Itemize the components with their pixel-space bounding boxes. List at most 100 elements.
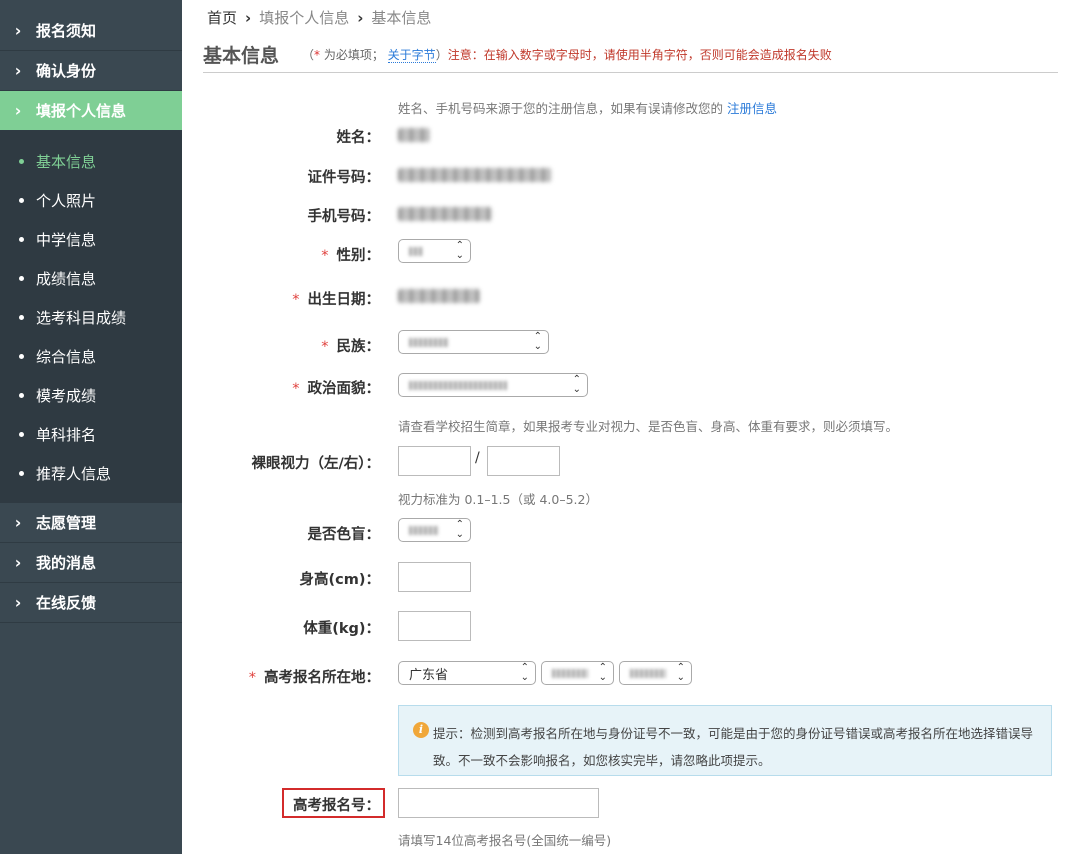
ethnicity-label: * 民族： xyxy=(321,335,380,356)
political-status-select[interactable]: ⌃ ⌄ xyxy=(398,373,588,397)
notice-link[interactable]: 关于字节 xyxy=(387,48,436,63)
chevron-right-icon: › xyxy=(14,21,22,40)
weight-label: 体重(kg)： xyxy=(303,621,380,637)
chevron-right-icon: › xyxy=(14,513,22,532)
breadcrumb-level1[interactable]: 填报个人信息 xyxy=(259,9,349,27)
sidebar-item-notice[interactable]: › 报名须知 xyxy=(0,11,182,51)
subnav-item-label: 模考成绩 xyxy=(36,387,97,405)
city-select[interactable]: ⌃ ⌄ xyxy=(541,661,614,685)
subnav-item-label: 单科排名 xyxy=(36,426,97,444)
colorblind-select[interactable]: ⌃ ⌄ xyxy=(398,518,471,542)
chevron-right-icon: › xyxy=(14,553,22,572)
breadcrumb-current: 基本信息 xyxy=(371,9,432,27)
ethnicity-select[interactable]: ⌃ ⌄ xyxy=(398,330,549,354)
required-mark: * xyxy=(248,670,256,686)
district-select[interactable]: ⌃ ⌄ xyxy=(619,661,692,685)
subnav-item-subject-rank[interactable]: 单科排名 xyxy=(0,415,182,454)
subnav-item-label: 综合信息 xyxy=(36,348,97,366)
sidebar-item-feedback[interactable]: › 在线反馈 xyxy=(0,583,182,623)
sidebar-item-label: 报名须知 xyxy=(36,22,97,40)
subnav-item-label: 成绩信息 xyxy=(36,270,97,288)
divider xyxy=(203,72,1058,73)
vision-standard-hint: 视力标准为 0.1–1.5（或 4.0–5.2） xyxy=(398,492,598,507)
sidebar-item-label: 志愿管理 xyxy=(36,514,97,532)
subnav-item-scores[interactable]: 成绩信息 xyxy=(0,259,182,298)
required-notice: （* 为必填项； 关于字节）注意：在输入数字或字母时，请使用半角字符，否则可能会… xyxy=(302,46,832,63)
subnav-item-basic-info[interactable]: 基本信息 xyxy=(0,142,182,181)
sidebar-subnav: 基本信息 个人照片 中学信息 成绩信息 选考科目成绩 综合信息 模考成绩 单科排… xyxy=(0,131,182,503)
notice-warning: 注意：在输入数字或字母时，请使用半角字符，否则可能会造成报名失败 xyxy=(447,48,832,62)
colorblind-label: 是否色盲： xyxy=(307,527,381,543)
school-requirement-hint: 请查看学校招生简章，如果报考专业对视力、是否色盲、身高、体重有要求，则必须填写。 xyxy=(398,419,899,434)
chevron-right-icon: › xyxy=(357,9,364,27)
height-input[interactable] xyxy=(398,562,471,592)
exam-region-label-text: 高考报名所在地： xyxy=(264,670,380,686)
subnav-item-comprehensive[interactable]: 综合信息 xyxy=(0,337,182,376)
gender-select[interactable]: ⌃ ⌄ xyxy=(398,239,471,263)
phone-label: 手机号码： xyxy=(307,209,381,225)
chevron-right-icon: › xyxy=(14,593,22,612)
subnav-item-label: 基本信息 xyxy=(36,153,97,171)
info-icon: i xyxy=(413,722,429,738)
required-mark: * xyxy=(292,381,300,397)
subnav-item-high-school[interactable]: 中学信息 xyxy=(0,220,182,259)
ethnicity-value-redacted xyxy=(409,337,449,347)
exam-reg-number-hint: 请填写14位高考报名号(全国统一编号) xyxy=(398,833,612,848)
sidebar-item-confirm-identity[interactable]: › 确认身份 xyxy=(0,51,182,91)
sidebar-item-label: 我的消息 xyxy=(36,554,97,572)
bullet-icon xyxy=(19,159,24,164)
ethnicity-label-text: 民族： xyxy=(336,339,381,355)
subnav-item-label: 选考科目成绩 xyxy=(36,309,127,327)
sidebar-item-volunteer[interactable]: › 志愿管理 xyxy=(0,503,182,543)
sidebar-item-personal-info[interactable]: › 填报个人信息 xyxy=(0,91,182,131)
birth-date-value-redacted xyxy=(398,289,480,303)
bullet-icon xyxy=(19,276,24,281)
exam-reg-number-input[interactable] xyxy=(398,788,599,818)
colorblind-value-redacted xyxy=(409,525,439,535)
sidebar-item-label: 在线反馈 xyxy=(36,594,97,612)
name-value-redacted xyxy=(398,128,430,142)
subnav-item-referrer[interactable]: 推荐人信息 xyxy=(0,454,182,493)
bullet-icon xyxy=(19,471,24,476)
select-arrows-icon: ⌃ ⌄ xyxy=(598,662,607,683)
select-arrows-icon: ⌃ ⌄ xyxy=(455,519,464,540)
sidebar-item-label: 填报个人信息 xyxy=(36,102,127,120)
province-select[interactable]: 广东省 ⌃ ⌄ xyxy=(398,661,536,685)
exam-reg-number-label: 高考报名号： xyxy=(293,798,380,814)
bullet-icon xyxy=(19,198,24,203)
vision-left-input[interactable] xyxy=(398,446,471,476)
name-label: 姓名： xyxy=(336,130,381,146)
register-info-link[interactable]: 注册信息 xyxy=(727,101,777,116)
chevron-right-icon: › xyxy=(245,9,252,27)
subnav-item-mock-exam[interactable]: 模考成绩 xyxy=(0,376,182,415)
bullet-icon xyxy=(19,432,24,437)
notice-open: （ xyxy=(302,48,315,62)
city-value-redacted xyxy=(552,668,588,678)
subnav-item-elective-scores[interactable]: 选考科目成绩 xyxy=(0,298,182,337)
required-mark: * xyxy=(321,339,329,355)
sidebar-item-messages[interactable]: › 我的消息 xyxy=(0,543,182,583)
source-hint-text: 姓名、手机号码来源于您的注册信息，如果有误请修改您的 xyxy=(398,101,724,116)
subnav-item-label: 个人照片 xyxy=(36,192,97,210)
subnav-item-label: 推荐人信息 xyxy=(36,465,112,483)
sidebar-item-label: 确认身份 xyxy=(36,62,97,80)
tip-text: 提示：检测到高考报名所在地与身份证号不一致，可能是由于您的身份证号错误或高考报名… xyxy=(433,726,1034,768)
vision-right-input[interactable] xyxy=(487,446,560,476)
select-arrows-icon: ⌃ ⌄ xyxy=(676,662,685,683)
bullet-icon xyxy=(19,393,24,398)
bullet-icon xyxy=(19,315,24,320)
select-arrows-icon: ⌃ ⌄ xyxy=(572,374,581,395)
subnav-item-photo[interactable]: 个人照片 xyxy=(0,181,182,220)
bullet-icon xyxy=(19,354,24,359)
source-hint: 姓名、手机号码来源于您的注册信息，如果有误请修改您的 注册信息 xyxy=(398,98,777,117)
phone-value-redacted xyxy=(398,207,492,221)
breadcrumb-home[interactable]: 首页 xyxy=(207,9,237,27)
sidebar: › 报名须知 › 确认身份 › 填报个人信息 基本信息 个人照片 中学信息 成绩… xyxy=(0,0,182,854)
id-number-label: 证件号码： xyxy=(307,170,381,186)
gender-label-text: 性别： xyxy=(336,248,381,264)
weight-input[interactable] xyxy=(398,611,471,641)
select-arrows-icon: ⌃ ⌄ xyxy=(455,240,464,261)
bullet-icon xyxy=(19,237,24,242)
province-value: 广东省 xyxy=(409,667,449,683)
id-number-value-redacted xyxy=(398,168,552,182)
